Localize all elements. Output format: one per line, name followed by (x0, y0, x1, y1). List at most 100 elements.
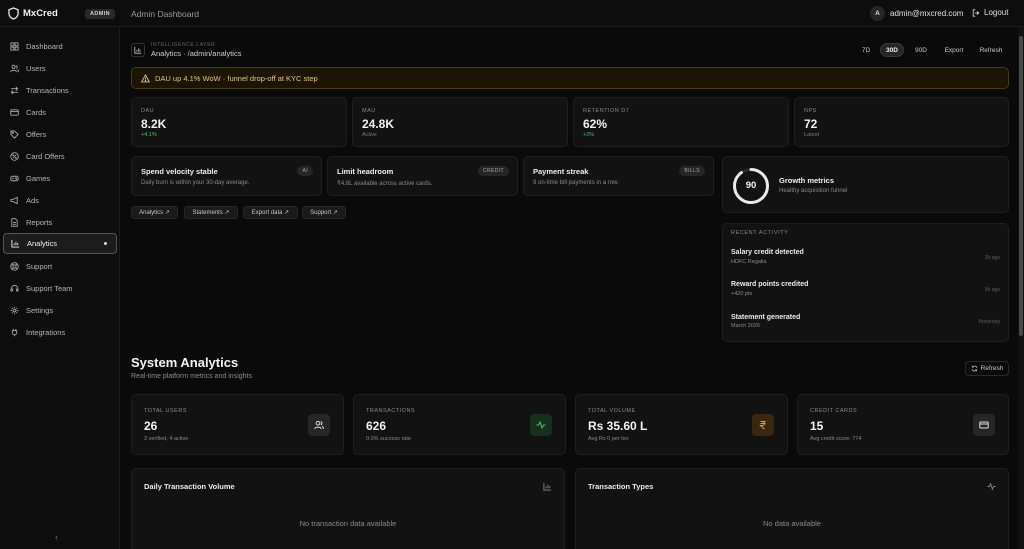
refresh-label: Refresh (980, 365, 1004, 372)
user-email: admin@mxcred.com (890, 9, 964, 18)
kpi-value: 72 (804, 117, 818, 131)
insight-desc: 9 on-time bill payments in a row. (533, 180, 619, 186)
kpi-label: RETENTION D7 (583, 108, 630, 114)
sidebar-item-label: Reports (26, 218, 53, 227)
insight-card-payment[interactable]: Payment streak 9 on-time bill payments i… (523, 156, 714, 196)
sidebar-item-label: Support (26, 262, 53, 271)
insight-card-spend[interactable]: Spend velocity stable Daily burn is with… (131, 156, 322, 196)
system-analytics-title: System Analytics (131, 355, 239, 370)
sidebar-item-cards[interactable]: Cards (3, 102, 117, 123)
insight-title: Limit headroom (337, 167, 394, 176)
sidebar-item-offers[interactable]: Offers (3, 124, 117, 145)
sidebar-item-card-offers[interactable]: Card Offers (3, 146, 117, 167)
kpi-card-retention: RETENTION D7 62% +2% (573, 97, 789, 147)
sidebar-item-label: Users (26, 64, 46, 73)
insight-title: Payment streak (533, 167, 589, 176)
kpi-card-mau: MAU 24.8K Active (352, 97, 568, 147)
insight-card-limit[interactable]: Limit headroom ₹4.8L available across ac… (327, 156, 518, 196)
chip-export-data[interactable]: Export data ↗ (243, 206, 298, 219)
range-30d-button[interactable]: 30D (880, 43, 904, 57)
sidebar-item-integrations[interactable]: Integrations (3, 322, 117, 343)
stat-value: 26 (144, 419, 158, 433)
sidebar-item-transactions[interactable]: Transactions (3, 80, 117, 101)
activity-title: Salary credit detected (731, 249, 804, 256)
stat-label: CREDIT CARDS (810, 408, 858, 414)
stat-label: TOTAL USERS (144, 408, 187, 414)
scrollbar-thumb[interactable] (1019, 36, 1023, 336)
insight-tag: AI (297, 166, 313, 176)
sidebar-item-label: Card Offers (26, 152, 65, 161)
lifebuoy-icon (10, 262, 19, 271)
sidebar-item-users[interactable]: Users (3, 58, 117, 79)
panel-title: Transaction Types (588, 482, 654, 491)
refresh-range-button[interactable]: Refresh (975, 43, 1007, 57)
stat-card-total-users: TOTAL USERS 26 3 verified, 4 active (131, 394, 344, 455)
kpi-sub: Active (362, 132, 377, 138)
chip-statements[interactable]: Statements ↗ (184, 206, 238, 219)
sidebar-item-analytics[interactable]: Analytics (3, 233, 117, 254)
avatar[interactable]: A (870, 6, 885, 21)
chip-analytics[interactable]: Analytics ↗ (131, 206, 178, 219)
activity-time: 2h ago (984, 255, 1000, 261)
percent-icon (10, 152, 19, 161)
growth-metrics-card: 90 Growth metrics Healthy acquisition fu… (722, 156, 1009, 213)
gamepad-icon (10, 175, 19, 182)
kpi-delta: +4.1% (141, 132, 157, 138)
sidebar-item-label: Ads (26, 196, 39, 205)
warning-icon (141, 73, 150, 82)
insight-desc: ₹4.8L available across active cards. (337, 181, 433, 187)
sidebar-item-games[interactable]: Games (3, 168, 117, 189)
bar-chart-icon (543, 482, 552, 491)
activity-icon (536, 420, 546, 430)
growth-sub: Healthy acquisition funnel (779, 188, 848, 194)
bar-chart-icon (134, 46, 142, 54)
sidebar-item-label: Analytics (27, 239, 58, 248)
card-icon (979, 421, 989, 429)
sidebar-item-support[interactable]: Support (3, 256, 117, 277)
range-90d-button[interactable]: 90D (910, 43, 932, 57)
export-button[interactable]: Export (940, 43, 968, 57)
analytics-section-icon (131, 43, 145, 57)
recent-activity-card: RECENT ACTIVITY Salary credit detected H… (722, 223, 1009, 342)
system-analytics-subtitle: Real-time platform metrics and insights (131, 373, 252, 380)
growth-score: 90 (745, 180, 757, 191)
kpi-label: MAU (362, 108, 376, 114)
stat-icon-box (752, 414, 774, 436)
sidebar-item-dashboard[interactable]: Dashboard (3, 36, 117, 57)
file-icon (11, 218, 18, 227)
system-refresh-button[interactable]: Refresh (965, 361, 1009, 376)
kpi-value: 8.2K (141, 117, 167, 131)
plug-icon (11, 328, 18, 337)
chart-icon (11, 239, 20, 248)
stat-label: TRANSACTIONS (366, 408, 416, 414)
gear-icon (10, 306, 19, 315)
panel-title: Daily Transaction Volume (144, 482, 235, 491)
activity-time: 5h ago (984, 287, 1000, 293)
alert-banner: DAU up 4.1% WoW · funnel drop-off at KYC… (131, 67, 1009, 89)
intelligence-layer-label: INTELLIGENCE LAYER (151, 42, 216, 48)
sidebar-item-reports[interactable]: Reports (3, 212, 117, 233)
range-7d-button[interactable]: 7D (857, 43, 875, 57)
sidebar-item-label: Support Team (26, 284, 73, 293)
stat-sub: 3 verified, 4 active (144, 436, 189, 442)
kpi-delta: +2% (583, 132, 595, 138)
daily-volume-panel: Daily Transaction Volume No transaction … (131, 468, 565, 549)
stat-card-transactions: TRANSACTIONS 626 0.0% success rate (353, 394, 566, 455)
stat-value: 15 (810, 419, 824, 433)
logout-button[interactable]: Logout (972, 8, 1008, 17)
sidebar-item-support-team[interactable]: Support Team (3, 278, 117, 299)
users-icon (10, 64, 19, 73)
refresh-icon (971, 365, 977, 372)
activity-sub: HDFC Regalia (731, 259, 767, 265)
sidebar-item-label: Games (26, 174, 51, 183)
stat-icon-box (973, 414, 995, 436)
active-indicator (104, 242, 107, 245)
kpi-sub: Latest (804, 132, 819, 138)
activity-icon (987, 482, 996, 491)
collapse-sidebar-button[interactable]: ‹ (55, 532, 58, 542)
chip-support[interactable]: Support ↗ (302, 206, 346, 219)
sidebar-item-settings[interactable]: Settings (3, 300, 117, 321)
insight-title: Spend velocity stable (141, 167, 218, 176)
sidebar-item-ads[interactable]: Ads (3, 190, 117, 211)
brand[interactable]: MxCred (8, 7, 58, 20)
